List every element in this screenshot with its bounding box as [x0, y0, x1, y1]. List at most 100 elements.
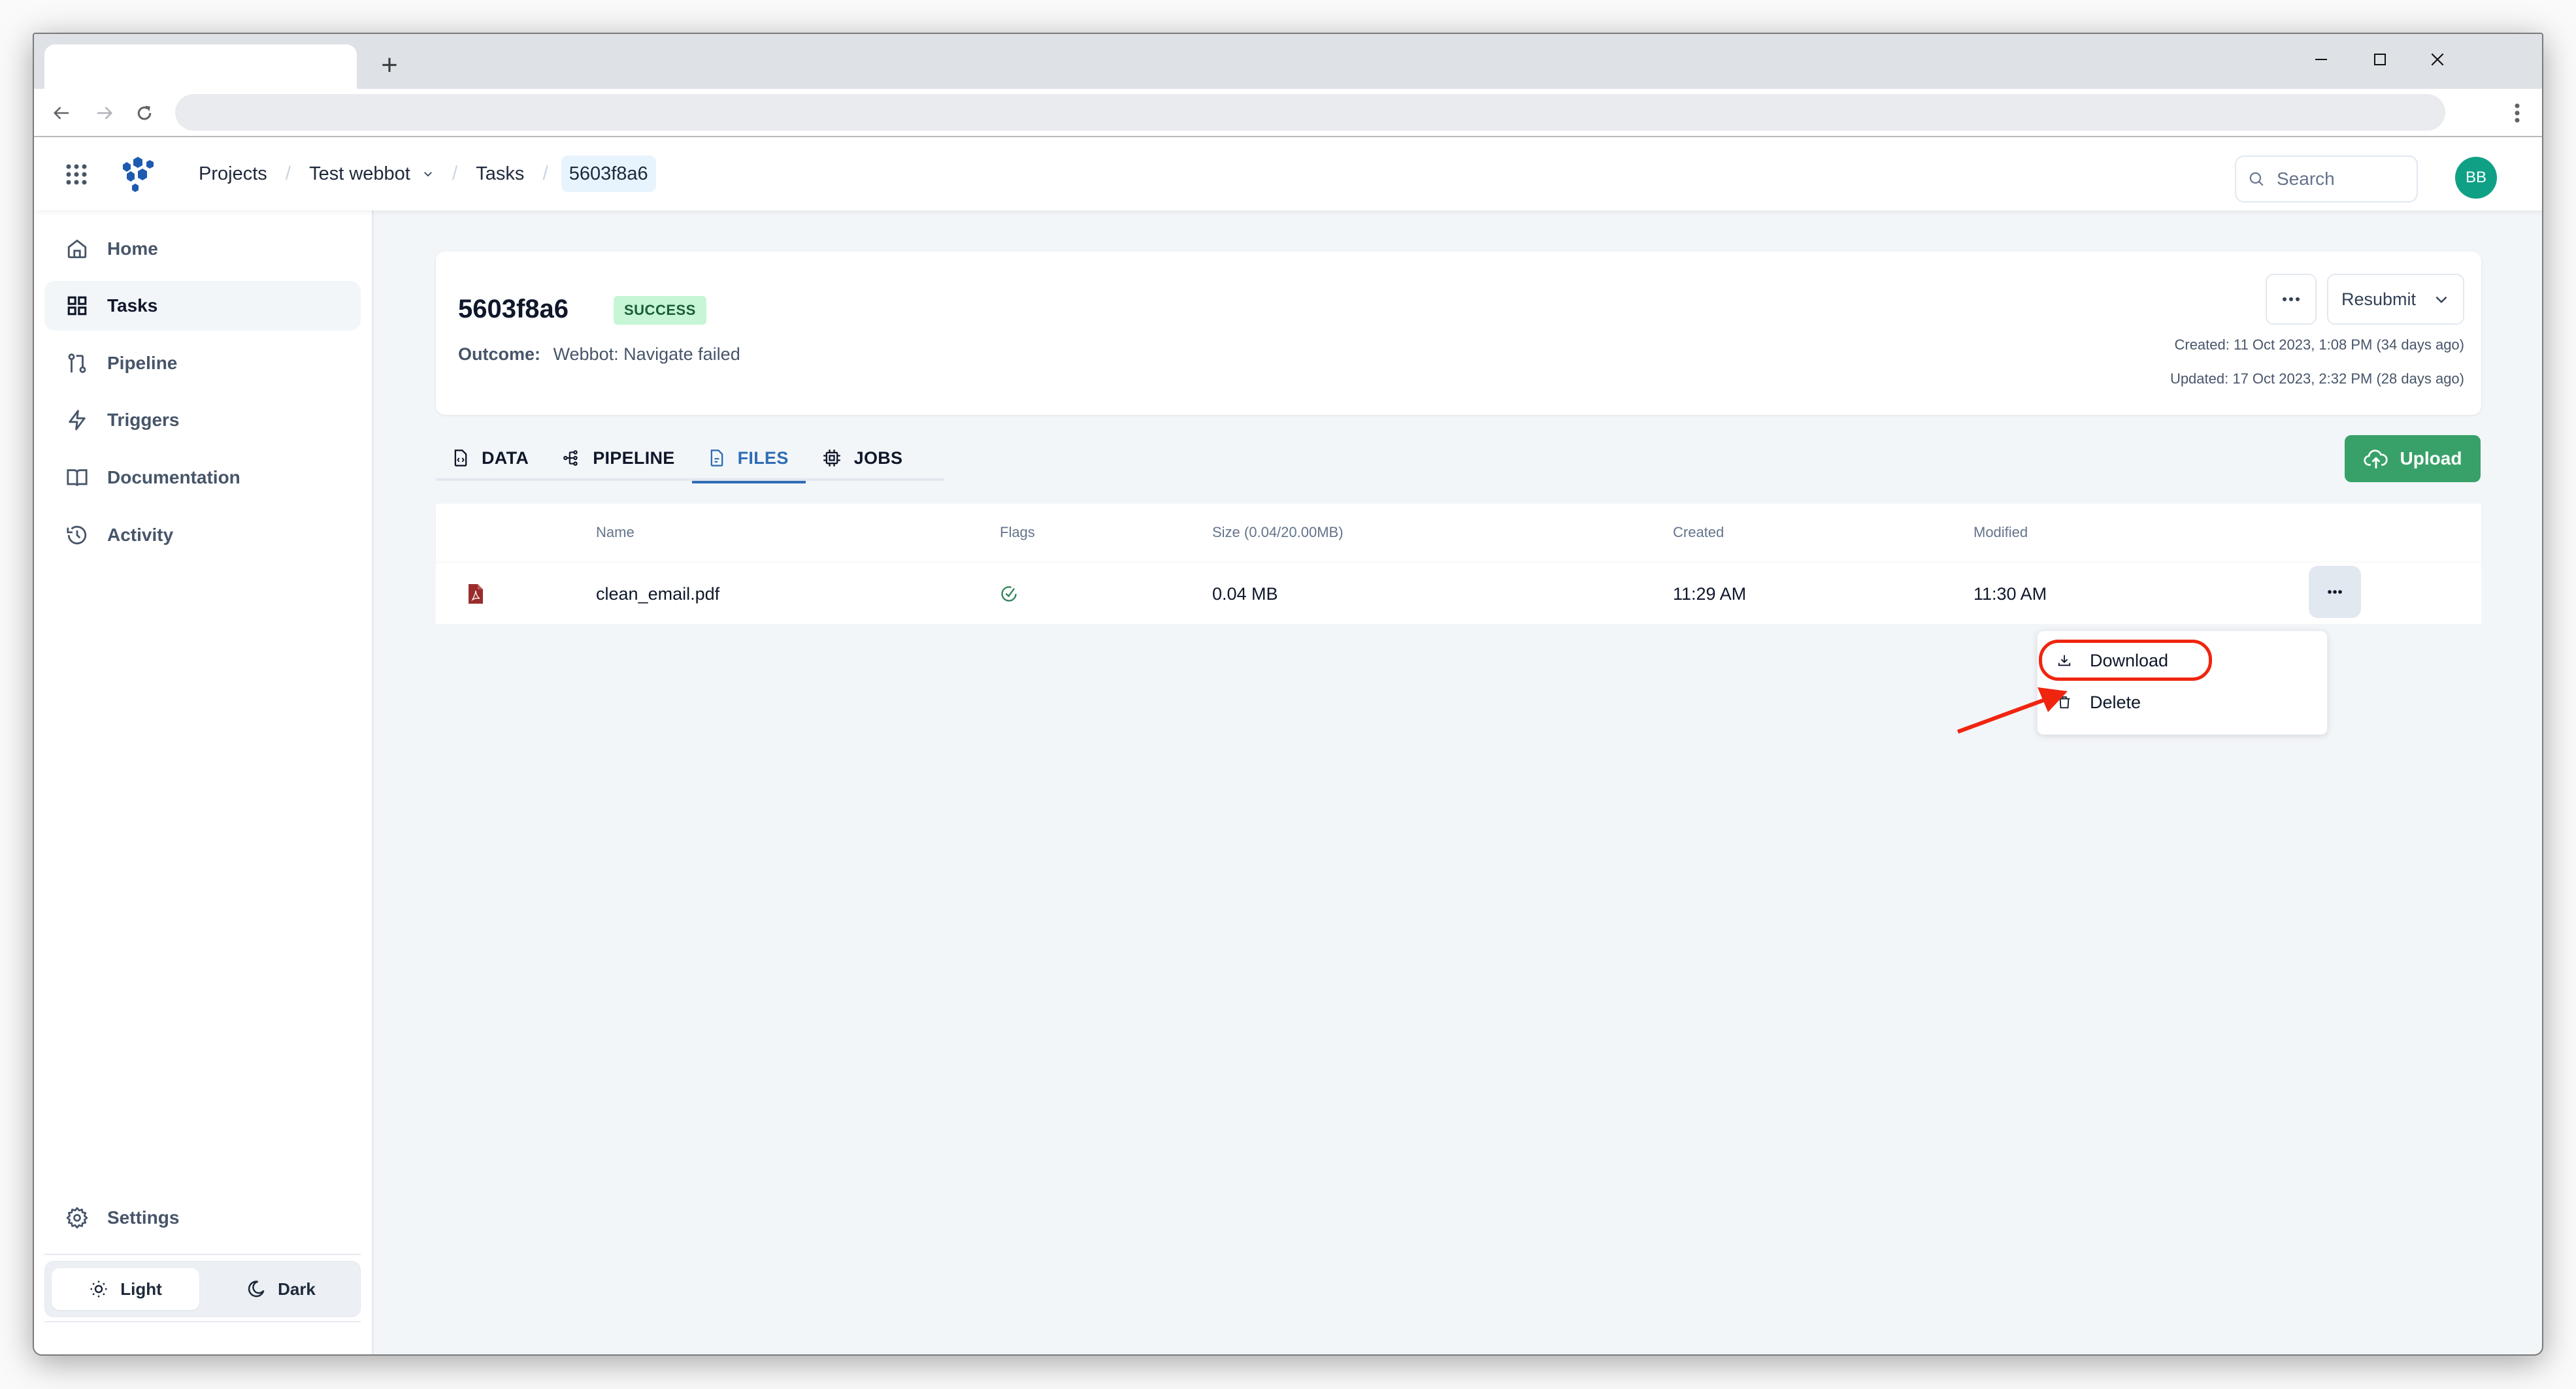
resubmit-label: Resubmit	[2341, 289, 2417, 309]
light-theme-label: Light	[120, 1279, 162, 1299]
menu-item-delete[interactable]: Delete	[2043, 682, 2323, 723]
breadcrumb-separator: /	[542, 163, 548, 184]
pipeline-icon	[563, 449, 580, 467]
sidebar-item-label: Activity	[107, 525, 174, 545]
tab-label: DATA	[482, 448, 529, 468]
app-header: Projects / Test webbot / Tasks / 5603f8a…	[34, 137, 2542, 210]
breadcrumb-separator: /	[285, 163, 291, 184]
task-outcome: Outcome: Webbot: Navigate failed	[458, 344, 740, 365]
minimize-button[interactable]	[2302, 43, 2341, 76]
column-header-name[interactable]: Name	[596, 504, 635, 561]
browser-toolbar	[34, 89, 2542, 137]
upload-label: Upload	[2400, 448, 2462, 468]
breadcrumb-project-dropdown[interactable]: Test webbot	[304, 155, 439, 192]
dark-theme-label: Dark	[278, 1279, 316, 1299]
breadcrumb-projects[interactable]: Projects	[193, 155, 272, 192]
files-table: Name Flags Size (0.04/20.00MB) Created M…	[436, 504, 2481, 624]
sidebar-item-pipeline[interactable]: Pipeline	[44, 338, 361, 388]
file-size: 0.04 MB	[1212, 583, 1278, 604]
file-actions-button[interactable]	[2309, 566, 2361, 618]
sidebar-divider	[44, 1321, 361, 1322]
sidebar-item-label: Triggers	[107, 410, 180, 430]
sidebar-item-activity[interactable]: Activity	[44, 510, 361, 560]
forward-button[interactable]	[89, 98, 119, 128]
breadcrumb-project-label: Test webbot	[309, 163, 410, 184]
search-input[interactable]: Search	[2235, 155, 2418, 203]
tab-label: FILES	[737, 448, 789, 468]
sidebar-item-settings[interactable]: Settings	[44, 1193, 361, 1243]
column-header-modified[interactable]: Modified	[1973, 504, 2028, 561]
upload-button[interactable]: Upload	[2345, 435, 2481, 482]
column-header-created[interactable]: Created	[1673, 504, 1724, 561]
file-created: 11:29 AM	[1673, 583, 1747, 604]
lightning-icon	[65, 408, 89, 432]
cloud-upload-icon	[2363, 448, 2388, 470]
browser-menu-button[interactable]	[2504, 97, 2530, 129]
outcome-value: Webbot: Navigate failed	[553, 344, 740, 364]
menu-item-download[interactable]: Download	[2043, 640, 2323, 681]
sidebar-item-documentation[interactable]: Documentation	[44, 453, 361, 502]
new-tab-button[interactable]: +	[374, 51, 405, 82]
file-name[interactable]: clean_email.pdf	[596, 564, 719, 624]
status-badge: SUCCESS	[614, 296, 706, 325]
tab-files[interactable]: FILES	[691, 435, 806, 483]
pdf-icon	[469, 564, 483, 624]
chevron-down-icon	[423, 172, 432, 177]
theme-toggle: Light Dark	[44, 1261, 361, 1317]
maximize-button[interactable]	[2360, 43, 2400, 76]
tab-label: JOBS	[853, 448, 903, 468]
sidebar-item-label: Documentation	[107, 467, 240, 487]
menu-item-label: Delete	[2090, 692, 2141, 712]
outcome-label: Outcome:	[458, 344, 541, 364]
collapse-sidebar-button[interactable]: Collapse Sidebar	[44, 1345, 361, 1354]
back-button[interactable]	[47, 98, 77, 128]
breadcrumb-current-task: 5603f8a6	[561, 155, 656, 192]
table-row[interactable]: clean_email.pdf 0.04 MB 11:29 AM 11:30 A…	[436, 564, 2481, 624]
sidebar-item-tasks[interactable]: Tasks	[44, 281, 361, 331]
column-header-size[interactable]: Size (0.04/20.00MB)	[1212, 504, 1344, 561]
ellipsis-icon	[2283, 297, 2300, 301]
resubmit-button[interactable]: Resubmit	[2327, 274, 2464, 325]
light-theme-button[interactable]: Light	[52, 1268, 199, 1310]
user-avatar[interactable]: BB	[2455, 157, 2497, 199]
book-icon	[65, 466, 89, 489]
arrow-right-icon	[97, 106, 113, 120]
brand-logo[interactable]	[118, 155, 158, 196]
git-branch-icon	[65, 351, 89, 375]
tab-pipeline[interactable]: PIPELINE	[546, 435, 691, 481]
created-timestamp: Created: 11 Oct 2023, 1:08 PM (34 days a…	[2174, 336, 2464, 353]
grid-icon	[65, 294, 89, 318]
sidebar-item-label: Tasks	[107, 295, 158, 316]
tab-jobs[interactable]: JOBS	[806, 435, 920, 481]
hexagon-logo-icon	[123, 157, 154, 192]
sidebar-divider	[44, 1254, 361, 1255]
reload-button[interactable]	[129, 98, 159, 128]
breadcrumb-tasks[interactable]: Tasks	[471, 155, 529, 192]
tab-label: PIPELINE	[593, 448, 675, 468]
dark-theme-button[interactable]: Dark	[207, 1268, 355, 1310]
column-header-flags[interactable]: Flags	[1000, 504, 1035, 561]
apps-menu-button[interactable]	[65, 163, 88, 186]
updated-timestamp: Updated: 17 Oct 2023, 2:32 PM (28 days a…	[2170, 370, 2464, 387]
address-bar[interactable]	[175, 94, 2445, 131]
sidebar-item-home[interactable]: Home	[44, 224, 361, 274]
reload-icon	[137, 105, 152, 120]
download-icon	[2057, 653, 2072, 668]
tab-data[interactable]: DATA	[436, 435, 546, 481]
browser-window: + Projects / Test webbot / Tasks / 5603f…	[33, 33, 2543, 1356]
close-window-button[interactable]	[2418, 43, 2457, 76]
task-more-button[interactable]	[2266, 274, 2317, 325]
file-actions-menu: Download Delete	[2037, 630, 2328, 735]
task-title: 5603f8a6	[458, 295, 569, 323]
table-header: Name Flags Size (0.04/20.00MB) Created M…	[436, 504, 2481, 561]
breadcrumb-separator: /	[452, 163, 458, 184]
arrow-left-icon	[53, 106, 69, 120]
cpu-icon	[823, 449, 841, 467]
sidebar-item-triggers[interactable]: Triggers	[44, 395, 361, 445]
apps-grid-icon	[66, 164, 87, 185]
file-modified: 11:30 AM	[1973, 583, 2047, 604]
file-text-icon	[709, 449, 725, 467]
check-circle-icon	[1000, 564, 1018, 624]
chevron-down-icon	[2433, 291, 2450, 308]
browser-tab[interactable]	[44, 44, 357, 90]
